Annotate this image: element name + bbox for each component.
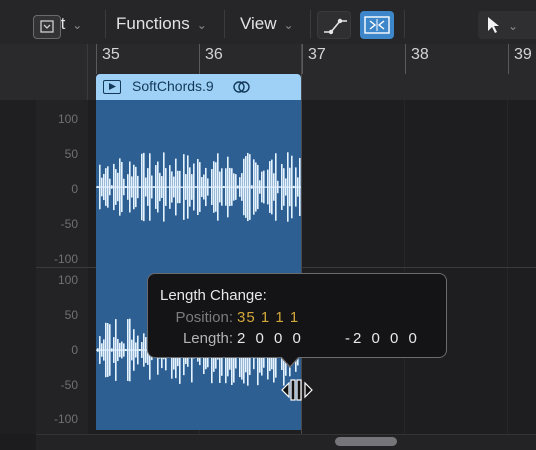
toolbar-divider bbox=[105, 10, 106, 38]
scale-label: 50 bbox=[64, 147, 78, 161]
region-end-line bbox=[301, 44, 302, 434]
track-header-strip bbox=[0, 100, 36, 434]
collapse-icon bbox=[40, 20, 54, 33]
functions-menu[interactable]: Functions ⌄ bbox=[116, 11, 207, 37]
automation-curve-icon bbox=[324, 18, 347, 35]
bar-tick bbox=[508, 44, 509, 74]
bar-number: 39 bbox=[514, 46, 532, 63]
position-value: 35 1 1 1 bbox=[237, 309, 300, 326]
bar-tick bbox=[199, 44, 200, 74]
region-name: SoftChords.9 bbox=[132, 78, 214, 94]
chevron-down-icon: ⌄ bbox=[508, 19, 519, 33]
flex-time-icon bbox=[364, 16, 390, 34]
bar-number: 38 bbox=[411, 46, 429, 63]
view-menu-label: View bbox=[240, 14, 277, 33]
position-label: Position: bbox=[175, 309, 233, 326]
scrollbar-thumb[interactable] bbox=[335, 437, 397, 446]
length-delta: -2 0 0 0 bbox=[345, 330, 420, 347]
chevron-down-icon: ⌄ bbox=[196, 18, 207, 32]
help-tag-title: Length Change: bbox=[160, 287, 267, 304]
scale-label: -50 bbox=[60, 378, 78, 392]
region-play-icon[interactable] bbox=[103, 80, 121, 94]
bar-number: 37 bbox=[308, 46, 326, 63]
bar-tick bbox=[405, 44, 406, 74]
toolbar-divider bbox=[310, 10, 311, 38]
scale-label: 0 bbox=[71, 343, 78, 357]
scale-label: -50 bbox=[60, 217, 78, 231]
flex-tool-button[interactable] bbox=[360, 11, 394, 39]
length-value: 2 0 0 0 bbox=[237, 330, 304, 347]
functions-menu-label: Functions bbox=[116, 14, 190, 33]
help-tag-pointer-fill bbox=[281, 356, 299, 366]
collapse-button[interactable] bbox=[33, 15, 61, 39]
bar-number: 35 bbox=[102, 46, 120, 63]
waveform-centerline bbox=[96, 186, 301, 188]
scale-label: 100 bbox=[57, 273, 78, 287]
waveform bbox=[96, 152, 301, 386]
automation-curve-button[interactable] bbox=[317, 11, 351, 39]
horizontal-scrollbar[interactable] bbox=[36, 434, 536, 450]
chevron-down-icon: ⌄ bbox=[283, 18, 294, 32]
scale-label: -100 bbox=[53, 412, 78, 426]
stereo-icon bbox=[232, 79, 252, 98]
toolbar-divider bbox=[224, 10, 225, 38]
pointer-tool-menu[interactable]: ⌄ bbox=[478, 11, 536, 39]
view-menu[interactable]: View ⌄ bbox=[240, 11, 294, 37]
scale-label: 50 bbox=[64, 308, 78, 322]
bar-number: 36 bbox=[205, 46, 223, 63]
scale-label: -100 bbox=[53, 252, 78, 266]
ruler-header bbox=[0, 44, 88, 100]
bar-tick bbox=[302, 44, 303, 74]
toolbar-divider bbox=[404, 10, 405, 38]
resize-cursor-icon bbox=[280, 377, 314, 408]
chevron-down-icon: ⌄ bbox=[72, 18, 83, 32]
pointer-icon bbox=[488, 17, 499, 33]
audio-region-body[interactable] bbox=[96, 100, 301, 430]
bar-tick bbox=[96, 44, 97, 74]
scale-label: 0 bbox=[71, 182, 78, 196]
scale-label: 100 bbox=[57, 112, 78, 126]
length-label: Length: bbox=[182, 330, 233, 347]
